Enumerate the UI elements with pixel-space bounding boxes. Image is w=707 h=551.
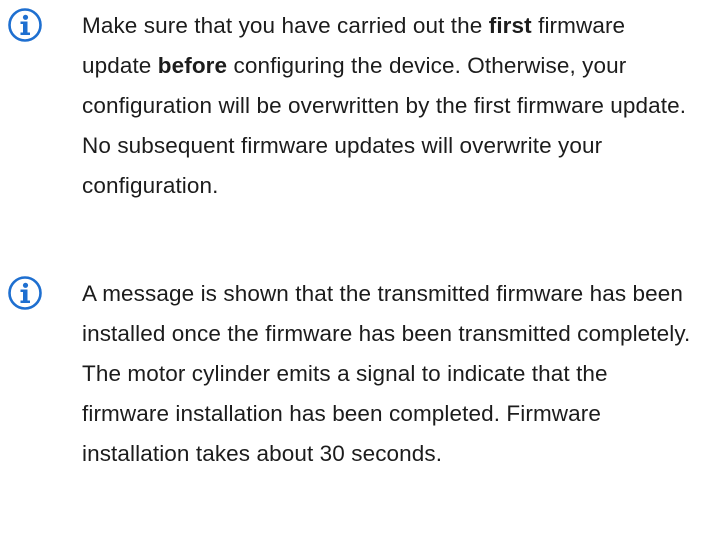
note-text-segment: A message is shown that the transmitted … [82, 281, 691, 466]
note-text: A message is shown that the transmitted … [82, 274, 692, 474]
note-text-segment: Make sure that you have carried out the [82, 13, 489, 38]
info-icon [8, 276, 42, 310]
note-text: Make sure that you have carried out the … [82, 6, 692, 206]
note-text-bold-first: first [488, 13, 532, 38]
note-text-bold-before: before [157, 53, 228, 78]
info-icon [8, 8, 42, 42]
